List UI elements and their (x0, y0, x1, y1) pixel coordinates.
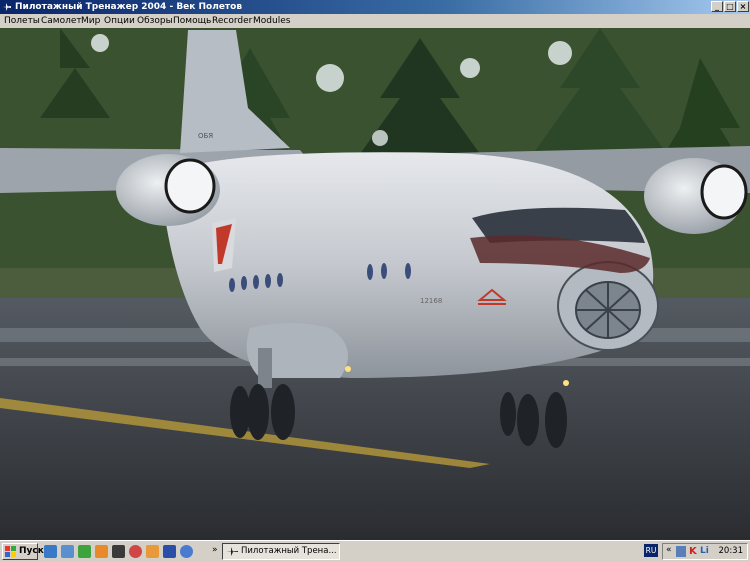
maximize-button[interactable]: □ (724, 1, 736, 12)
scene-canvas: ОБЯ 12168 (0, 28, 750, 540)
window-title: Пилотажный Тренажер 2004 - Век Полетов (15, 2, 243, 12)
folder-icon[interactable] (146, 545, 159, 558)
title-bar[interactable]: Пилотажный Тренажер 2004 - Век Полетов _… (0, 0, 750, 14)
system-tray: « K Li 20:31 (662, 543, 748, 560)
app-plane-icon (3, 3, 11, 11)
task-button-label: Пилотажный Трена... (241, 546, 337, 556)
start-button[interactable]: Пуск (2, 543, 44, 560)
fin-code: ОБЯ (198, 132, 213, 140)
start-label: Пуск (19, 546, 44, 556)
save-icon[interactable] (163, 545, 176, 558)
menu-modules[interactable]: Modules (253, 14, 290, 28)
player-icon[interactable] (180, 545, 193, 558)
network-icon[interactable] (78, 545, 91, 558)
close-button[interactable]: × (737, 1, 749, 12)
tray-chevron[interactable]: « (666, 545, 672, 555)
tray-network-icon[interactable] (676, 546, 686, 557)
desktop-icon[interactable] (61, 545, 74, 558)
tray-li-icon[interactable]: Li (700, 546, 710, 557)
menu-aircraft[interactable]: Самолет (41, 14, 82, 28)
ie-icon[interactable] (44, 545, 57, 558)
clock[interactable]: 20:31 (719, 544, 744, 559)
hull-text: 12168 (420, 297, 442, 305)
menu-recorder[interactable]: Recorder (212, 14, 252, 28)
menu-flights[interactable]: Полеты (4, 14, 40, 28)
menu-help[interactable]: Помощь (173, 14, 211, 28)
plane-icon (226, 547, 238, 556)
quicklaunch-chevron[interactable]: » (212, 545, 218, 555)
messenger-icon[interactable] (95, 545, 108, 558)
flight-view[interactable]: ОБЯ 12168 (0, 28, 750, 540)
media-icon[interactable] (112, 545, 125, 558)
menu-views[interactable]: Обзоры (137, 14, 173, 28)
task-button-flightsim[interactable]: Пилотажный Трена... (222, 543, 340, 560)
menu-bar: Полеты Самолет Мир Опции Обзоры Помощь R… (0, 14, 750, 28)
tray-k-icon[interactable]: K (689, 546, 699, 557)
language-indicator[interactable]: RU (644, 544, 658, 557)
help-icon[interactable] (129, 545, 142, 558)
taskbar: Пуск » Пилотажный Трена... RU « K Li 20:… (0, 540, 750, 562)
windows-logo-icon (5, 546, 16, 557)
menu-world[interactable]: Мир (81, 14, 100, 28)
minimize-button[interactable]: _ (711, 1, 723, 12)
menu-options[interactable]: Опции (104, 14, 135, 28)
main-gear-wheels (230, 384, 295, 440)
